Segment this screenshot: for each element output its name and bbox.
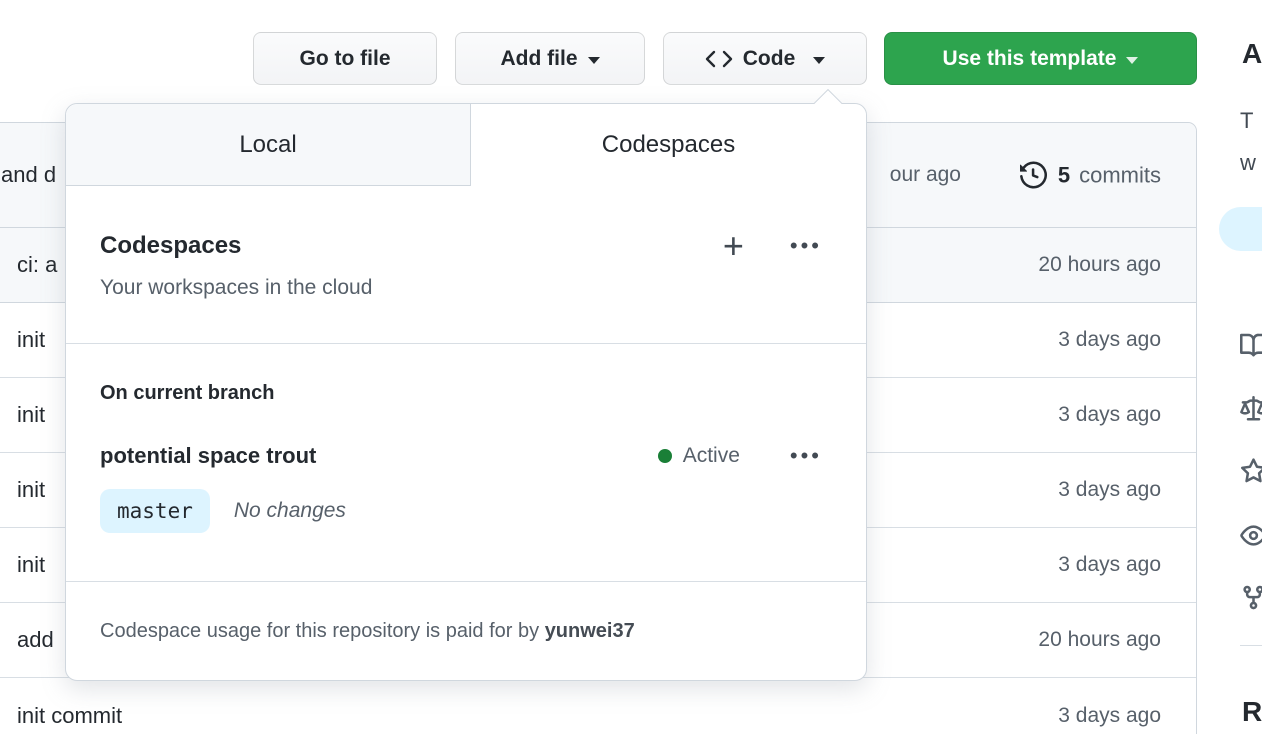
file-commit-time: 20 hours ago bbox=[1038, 253, 1161, 276]
on-current-branch-label: On current branch bbox=[100, 382, 275, 404]
star-icon[interactable] bbox=[1240, 458, 1262, 485]
codespace-status-label: Active bbox=[682, 444, 740, 467]
code-dropdown-popover: Local Codespaces Codespaces + ••• Your w… bbox=[65, 88, 867, 681]
codespaces-header-section: Codespaces + ••• Your workspaces in the … bbox=[66, 186, 866, 344]
go-to-file-label: Go to file bbox=[299, 46, 391, 70]
codespace-status: Active bbox=[657, 444, 740, 468]
file-commit-message[interactable]: init bbox=[17, 477, 45, 503]
use-this-template-button[interactable]: Use this template bbox=[884, 32, 1197, 85]
use-this-template-label: Use this template bbox=[942, 46, 1117, 70]
codespace-name-link[interactable]: potential space trout bbox=[100, 442, 658, 470]
file-commit-time: 3 days ago bbox=[1058, 553, 1161, 576]
tab-local-label: Local bbox=[239, 130, 297, 158]
chevron-down-icon bbox=[813, 56, 826, 64]
active-status-dot-icon bbox=[657, 449, 672, 463]
file-commit-message[interactable]: ci: a bbox=[17, 252, 57, 278]
topic-badge[interactable] bbox=[1219, 207, 1262, 251]
readme-book-icon[interactable] bbox=[1240, 332, 1262, 359]
about-description-line: w bbox=[1240, 150, 1256, 175]
releases-heading: R bbox=[1242, 696, 1262, 727]
commit-count: 5 bbox=[1057, 162, 1071, 187]
file-commit-time: 3 days ago bbox=[1058, 328, 1161, 351]
chevron-down-icon bbox=[1126, 56, 1139, 64]
chevron-down-icon bbox=[587, 56, 600, 64]
about-description-line: T bbox=[1240, 108, 1254, 133]
file-commit-time: 3 days ago bbox=[1058, 403, 1161, 426]
usage-text: Codespace usage for this repository is p… bbox=[100, 620, 540, 642]
commit-history-link[interactable]: 5 commits bbox=[1019, 161, 1161, 189]
tab-codespaces-label: Codespaces bbox=[601, 131, 736, 158]
codespace-usage-footer: Codespace usage for this repository is p… bbox=[66, 582, 866, 681]
fork-icon[interactable] bbox=[1240, 584, 1262, 611]
new-codespace-plus-button[interactable]: + bbox=[723, 228, 744, 264]
tab-codespaces[interactable]: Codespaces bbox=[471, 104, 866, 186]
file-commit-message[interactable]: init commit bbox=[17, 703, 122, 729]
codespaces-kebab-menu-button[interactable]: ••• bbox=[790, 231, 822, 261]
about-heading: A bbox=[1242, 38, 1262, 69]
usage-owner: yunwei37 bbox=[544, 620, 635, 642]
file-commit-time: 3 days ago bbox=[1058, 478, 1161, 501]
file-commit-time: 20 hours ago bbox=[1038, 628, 1161, 651]
sidebar-divider bbox=[1240, 645, 1262, 646]
github-repo-page: and d our ago 5 commits ci: a 20 hours a… bbox=[0, 0, 1262, 734]
latest-commit-message[interactable]: and d bbox=[1, 162, 56, 188]
current-branch-section: On current branch potential space trout … bbox=[66, 344, 866, 582]
latest-commit-time: our ago bbox=[889, 163, 961, 186]
add-file-label: Add file bbox=[500, 46, 578, 70]
file-commit-message[interactable]: init bbox=[17, 402, 45, 428]
license-law-icon[interactable] bbox=[1240, 396, 1262, 423]
code-popover-tabs: Local Codespaces bbox=[66, 104, 866, 186]
go-to-file-button[interactable]: Go to file bbox=[253, 32, 437, 85]
no-changes-label: No changes bbox=[233, 499, 346, 522]
codespaces-subtitle: Your workspaces in the cloud bbox=[100, 276, 373, 299]
codespace-kebab-menu-button[interactable]: ••• bbox=[790, 441, 822, 471]
file-commit-message[interactable]: init bbox=[17, 327, 45, 353]
tab-local[interactable]: Local bbox=[66, 104, 471, 186]
watch-eye-icon[interactable] bbox=[1240, 522, 1262, 549]
file-commit-time: 3 days ago bbox=[1058, 703, 1161, 727]
file-commit-message[interactable]: add bbox=[17, 627, 54, 653]
code-icon bbox=[705, 49, 733, 69]
add-file-button[interactable]: Add file bbox=[455, 32, 645, 85]
commits-label: commits bbox=[1079, 162, 1161, 187]
branch-badge[interactable]: master bbox=[100, 489, 210, 533]
file-commit-message[interactable]: init bbox=[17, 552, 45, 578]
codespaces-title: Codespaces bbox=[100, 232, 242, 259]
code-button[interactable]: Code bbox=[663, 32, 867, 85]
file-row[interactable]: init commit 3 days ago bbox=[0, 678, 1196, 734]
history-icon bbox=[1019, 161, 1047, 189]
code-label: Code bbox=[742, 46, 796, 70]
